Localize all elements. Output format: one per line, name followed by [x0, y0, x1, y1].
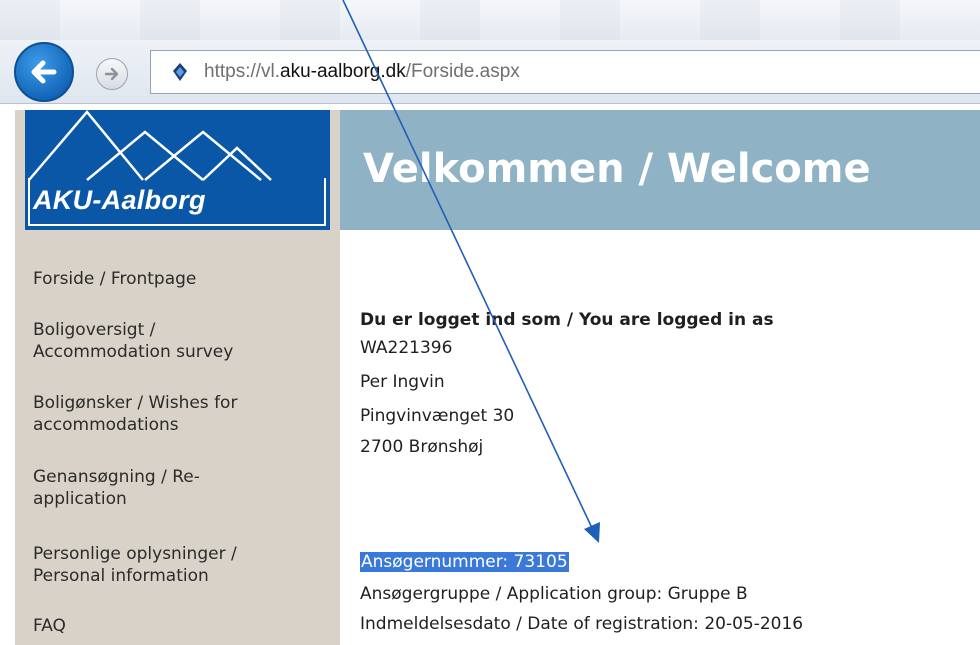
address-bar-url[interactable]: https://vl.aku-aalborg.dk/Forside.aspx: [204, 61, 520, 83]
sidebar-item-faq[interactable]: FAQ: [33, 615, 333, 637]
arrow-right-icon: [104, 67, 119, 81]
logo-text: AKU-Aalborg: [33, 185, 206, 215]
sidebar-item-label: Personlige oplysninger /: [33, 544, 237, 564]
logged-in-heading: Du er logget ind som / You are logged in…: [360, 310, 774, 330]
sidebar-item-label: Forside / Frontpage: [33, 269, 197, 289]
sidebar-item-personal-information[interactable]: Personlige oplysninger / Personal inform…: [33, 543, 333, 587]
sidebar-item-frontpage[interactable]: Forside / Frontpage: [33, 268, 333, 290]
site-favicon-icon: [173, 63, 187, 81]
user-name: Per Ingvin: [360, 372, 445, 392]
back-button[interactable]: [14, 42, 74, 102]
url-domain: aku-aalborg.dk: [280, 61, 406, 82]
sidebar-item-label: accommodations: [33, 415, 179, 435]
page-title: Velkommen / Welcome: [363, 146, 871, 192]
sidebar-item-label: Boligoversigt /: [33, 320, 156, 340]
arrow-left-icon: [31, 60, 57, 84]
sidebar-item-label: Boligønsker / Wishes for: [33, 393, 238, 413]
forward-button[interactable]: [96, 58, 128, 90]
user-id: WA221396: [360, 338, 453, 358]
sidebar-item-label: Personal information: [33, 566, 209, 586]
sidebar-item-label: FAQ: [33, 616, 66, 636]
sidebar-item-accommodation-survey[interactable]: Boligoversigt / Accommodation survey: [33, 319, 333, 363]
url-path: /Forside.aspx: [405, 61, 520, 82]
browser-tab-strip: [0, 0, 980, 40]
registration-date: Indmeldelsesdato / Date of registration:…: [360, 614, 804, 634]
url-scheme: https://: [204, 61, 262, 82]
sidebar-item-label: application: [33, 489, 127, 509]
selected-text-highlight: Ansøgernummer: 73105: [360, 552, 569, 572]
sidebar-item-wishes[interactable]: Boligønsker / Wishes for accommodations: [33, 392, 333, 436]
applicant-number: Ansøgernummer: 73105: [360, 551, 569, 573]
user-city: 2700 Brønshøj: [360, 437, 484, 457]
url-subdomain: vl.: [261, 61, 281, 82]
user-street: Pingvinvænget 30: [360, 406, 515, 426]
sidebar-item-label: Genansøgning / Re-: [33, 467, 200, 487]
application-group: Ansøgergruppe / Application group: Grupp…: [360, 584, 748, 604]
sidebar-item-reapplication[interactable]: Genansøgning / Re- application: [33, 466, 333, 510]
sidebar-item-label: Accommodation survey: [33, 342, 234, 362]
